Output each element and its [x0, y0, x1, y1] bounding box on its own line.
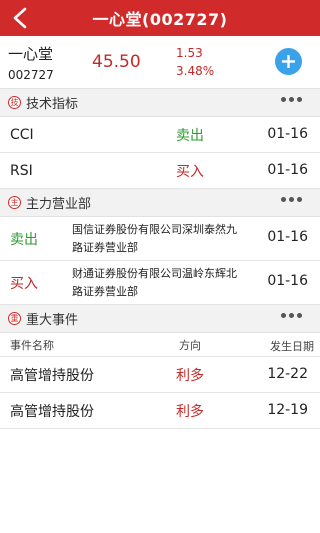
branch-action: 卖出 — [10, 231, 38, 248]
tech-icon: 技 — [8, 96, 21, 109]
event-row[interactable]: 高管增持股份 利多 12-19 — [0, 393, 320, 429]
stock-price: 45.50 — [92, 52, 141, 72]
indicator-name: CCI — [10, 126, 34, 143]
branch-date: 01-16 — [267, 229, 308, 245]
back-arrow-icon[interactable] — [6, 4, 34, 32]
event-date: 12-19 — [267, 402, 308, 418]
section-title: 主力营业部 — [26, 197, 92, 212]
event-direction: 利多 — [176, 403, 204, 420]
price-change-percent: 3.48% — [176, 64, 215, 78]
events-column-header: 事件名称 方向 发生日期 — [0, 333, 320, 357]
event-name: 高管增持股份 — [10, 403, 94, 420]
page-title: 一心堂(002727) — [92, 10, 228, 29]
add-watchlist-button[interactable] — [275, 48, 302, 75]
stock-name: 一心堂 — [8, 44, 54, 63]
section-title: 技术指标 — [26, 97, 79, 112]
section-branch-header: 主 主力营业部 — [0, 189, 320, 217]
tech-row[interactable]: CCI 卖出 01-16 — [0, 117, 320, 153]
signal-action: 卖出 — [176, 127, 204, 144]
event-direction: 利多 — [176, 367, 204, 384]
plus-icon — [282, 55, 295, 68]
col-event-name: 事件名称 — [10, 338, 54, 352]
signal-action: 买入 — [176, 163, 204, 180]
indicator-name: RSI — [10, 162, 33, 179]
event-row[interactable]: 高管增持股份 利多 12-22 — [0, 357, 320, 393]
section-title: 重大事件 — [26, 313, 79, 328]
col-date: 发生日期 — [270, 340, 314, 353]
event-name: 高管增持股份 — [10, 367, 94, 384]
more-icon[interactable] — [281, 197, 302, 202]
branch-icon: 主 — [8, 196, 21, 209]
event-date: 12-22 — [267, 366, 308, 382]
section-tech-header: 技 技术指标 — [0, 89, 320, 117]
app-header: 一心堂(002727) — [0, 0, 320, 36]
col-direction: 方向 — [179, 338, 201, 352]
stock-summary: 一心堂 002727 45.50 1.53 3.48% — [0, 36, 320, 89]
branch-name: 财通证券股份有限公司温岭东辉北路证券营业部 — [72, 266, 237, 298]
branch-row[interactable]: 卖出 国信证券股份有限公司深圳泰然九路证券营业部 01-16 — [0, 217, 320, 261]
price-change: 1.53 — [176, 46, 203, 60]
branch-date: 01-16 — [267, 273, 308, 289]
stock-code: 002727 — [8, 67, 54, 82]
tech-row[interactable]: RSI 买入 01-16 — [0, 153, 320, 189]
events-icon: 重 — [8, 312, 21, 325]
branch-action: 买入 — [10, 275, 38, 292]
branch-row[interactable]: 买入 财通证券股份有限公司温岭东辉北路证券营业部 01-16 — [0, 261, 320, 305]
more-icon[interactable] — [281, 97, 302, 102]
signal-date: 01-16 — [267, 126, 308, 142]
branch-name: 国信证券股份有限公司深圳泰然九路证券营业部 — [72, 222, 237, 254]
more-icon[interactable] — [281, 313, 302, 318]
section-events-header: 重 重大事件 — [0, 305, 320, 333]
signal-date: 01-16 — [267, 162, 308, 178]
